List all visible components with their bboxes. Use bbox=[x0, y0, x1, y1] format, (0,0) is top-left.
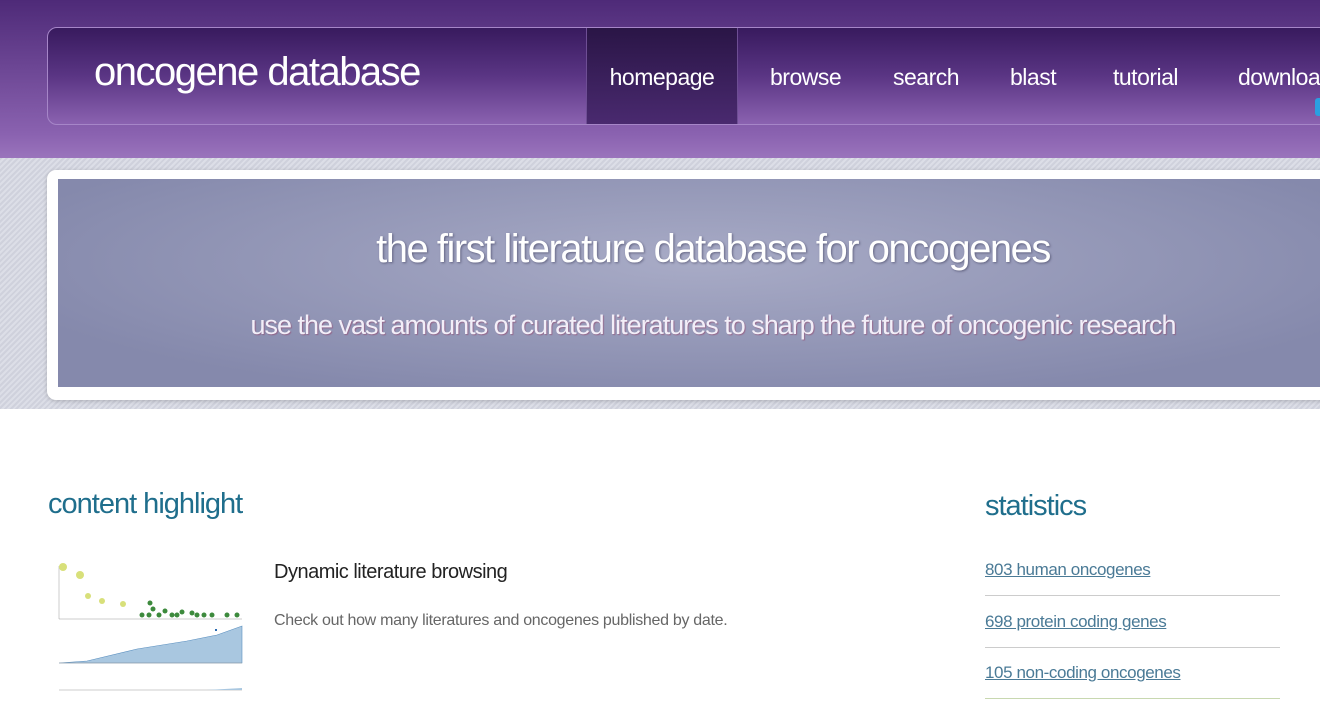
stat-non-coding-link[interactable]: 105 non-coding oncogenes bbox=[985, 663, 1181, 683]
header: oncogene database homepage browse search… bbox=[0, 0, 1320, 158]
stat-human-oncogenes-link[interactable]: 803 human oncogenes bbox=[985, 560, 1151, 580]
banner-title: the first literature database for oncoge… bbox=[376, 227, 1051, 271]
banner-subtitle: use the vast amounts of curated literatu… bbox=[250, 310, 1176, 340]
nav-tutorial[interactable]: tutorial bbox=[1113, 28, 1179, 124]
literature-chart-thumbnail[interactable] bbox=[47, 561, 245, 701]
navbar: oncogene database homepage browse search… bbox=[47, 27, 1320, 125]
new-badge-icon bbox=[1315, 98, 1320, 116]
highlight-description: Check out how many literatures and oncog… bbox=[274, 612, 728, 629]
nav-download[interactable]: download bbox=[1238, 28, 1320, 124]
nav-browse[interactable]: browse bbox=[770, 28, 842, 124]
nav-homepage[interactable]: homepage bbox=[586, 28, 738, 124]
banner-frame: the first literature database for oncoge… bbox=[47, 170, 1320, 400]
stat-protein-coding-link[interactable]: 698 protein coding genes bbox=[985, 612, 1167, 632]
stat-row: 105 non-coding oncogenes bbox=[985, 663, 1280, 699]
statistics-heading: statistics bbox=[985, 490, 1087, 522]
nav-blast[interactable]: blast bbox=[1010, 28, 1057, 124]
nav-search[interactable]: search bbox=[893, 28, 960, 124]
site-logo[interactable]: oncogene database bbox=[94, 50, 421, 95]
banner-section: the first literature database for oncoge… bbox=[0, 158, 1320, 409]
banner: the first literature database for oncoge… bbox=[58, 179, 1320, 387]
stat-row: 803 human oncogenes bbox=[985, 560, 1280, 596]
content-highlight-heading: content highlight bbox=[48, 488, 243, 520]
stat-row: 698 protein coding genes bbox=[985, 612, 1280, 648]
highlight-title[interactable]: Dynamic literature browsing bbox=[274, 561, 508, 584]
